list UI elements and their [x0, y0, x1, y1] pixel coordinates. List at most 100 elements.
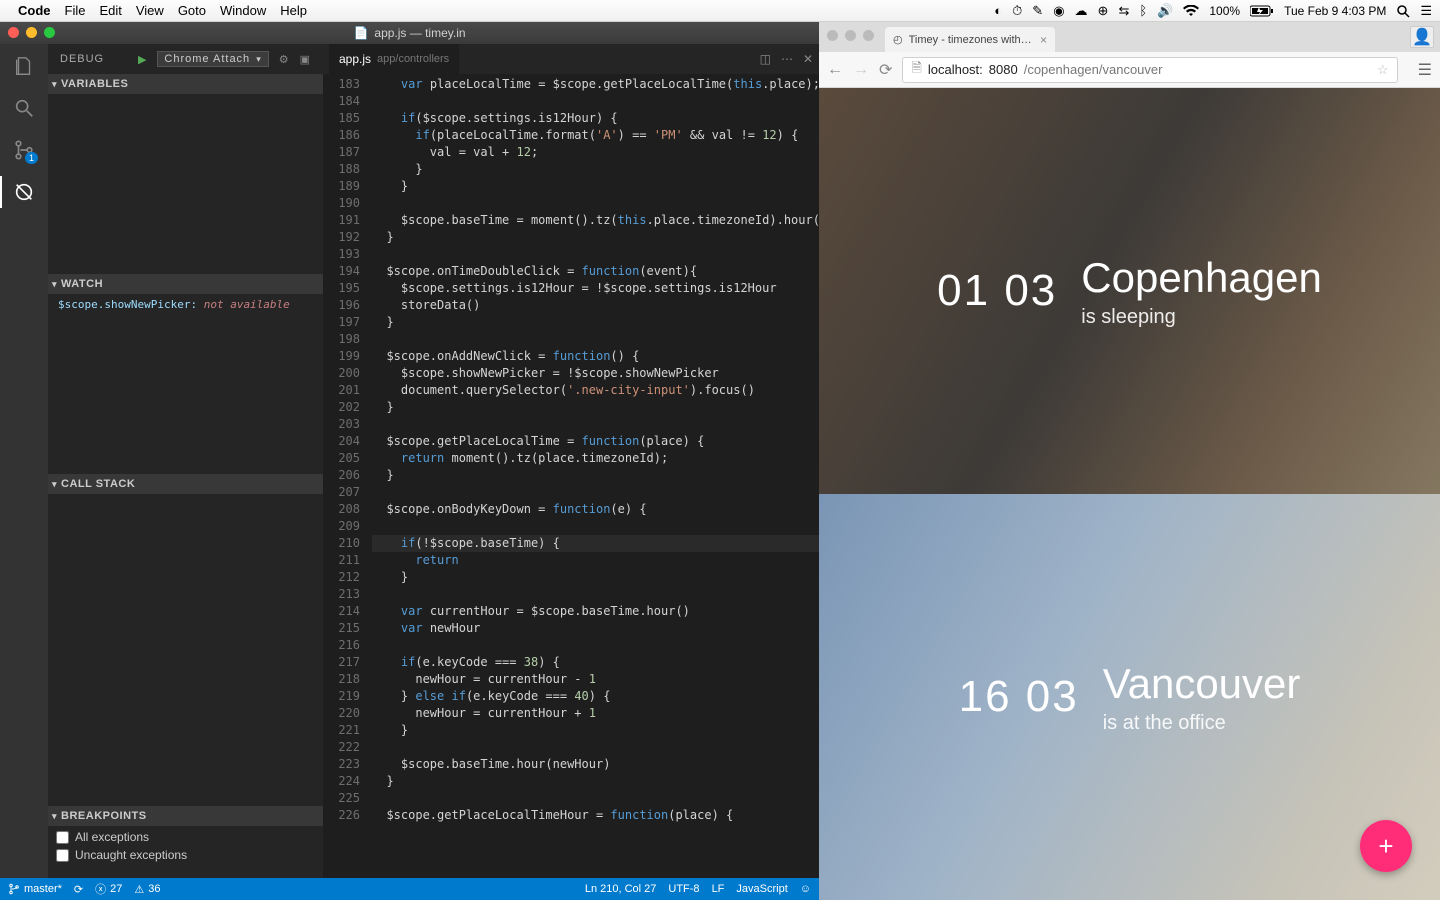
close-tab-icon[interactable]: ×	[1040, 33, 1047, 47]
city-time: 16 03	[959, 672, 1079, 722]
menubar-icon[interactable]: ☁	[1075, 3, 1088, 19]
evernote-icon[interactable]: ✎	[1032, 3, 1043, 19]
git-branch[interactable]: master*	[8, 883, 62, 895]
reload-button[interactable]: ⟳	[879, 60, 892, 80]
bookmark-icon[interactable]: ☆	[1377, 62, 1389, 78]
watch-value: not available	[204, 298, 290, 311]
menu-help[interactable]: Help	[280, 3, 307, 18]
eol[interactable]: LF	[712, 883, 725, 895]
menubar-clock[interactable]: Tue Feb 9 4:03 PM	[1284, 4, 1386, 18]
editor-tab-app-js[interactable]: app.js app/controllers	[329, 44, 459, 74]
encoding[interactable]: UTF-8	[668, 883, 699, 895]
status-bar: master* ⟳ ⓧ 27 ⚠ 36 Ln 210, Col 27 UTF-8…	[0, 878, 819, 900]
debug-config-select[interactable]: Chrome Attach ▾	[157, 51, 268, 67]
add-city-fab[interactable]: +	[1360, 820, 1412, 872]
city-status: is at the office	[1103, 712, 1301, 735]
menubar-icon[interactable]: ⏱	[1012, 3, 1022, 19]
vscode-title: 📄app.js — timey.in	[353, 26, 465, 40]
menu-file[interactable]: File	[65, 3, 86, 18]
forward-button[interactable]: →	[853, 61, 869, 79]
menubar-icon[interactable]: ◉	[1053, 3, 1064, 19]
warnings-count[interactable]: ⚠ 36	[134, 883, 160, 896]
city-time: 01 03	[937, 266, 1057, 316]
source-control-icon[interactable]: 1	[12, 138, 36, 162]
callstack-section	[48, 494, 323, 806]
maximize-button[interactable]	[863, 30, 874, 41]
gear-icon[interactable]: ⚙	[279, 53, 290, 66]
editor-tabs: app.js app/controllers ◫ ⋯ ✕	[323, 44, 819, 74]
battery-icon[interactable]	[1250, 5, 1274, 17]
window-controls	[8, 27, 55, 38]
volume-icon[interactable]: 🔊	[1157, 3, 1173, 19]
start-debug-button[interactable]: ▶	[138, 53, 147, 66]
city-pane-copenhagen[interactable]: 01 03 Copenhagen is sleeping	[819, 88, 1440, 494]
back-button[interactable]: ←	[827, 61, 843, 79]
minimize-button[interactable]	[845, 30, 856, 41]
menubar-icon[interactable]: ⇆	[1118, 3, 1129, 19]
watch-expression[interactable]: $scope.showNewPicker:	[58, 298, 197, 311]
minimize-button[interactable]	[26, 27, 37, 38]
cursor-position[interactable]: Ln 210, Col 27	[585, 883, 657, 895]
vscode-titlebar[interactable]: 📄app.js — timey.in	[0, 22, 819, 44]
sync-icon[interactable]: ⟳	[74, 883, 83, 896]
spotlight-icon[interactable]	[1396, 4, 1410, 18]
language-mode[interactable]: JavaScript	[736, 883, 787, 895]
menu-window[interactable]: Window	[220, 3, 266, 18]
profile-button[interactable]: 👤	[1410, 26, 1434, 48]
errors-count[interactable]: ⓧ 27	[95, 881, 122, 897]
window-controls	[827, 30, 874, 41]
checkbox[interactable]	[56, 831, 69, 844]
scm-badge: 1	[25, 152, 38, 164]
debug-console-icon[interactable]: ▣	[300, 53, 311, 66]
menu-edit[interactable]: Edit	[99, 3, 121, 18]
debug-label: DEBUG	[60, 53, 104, 65]
more-actions-icon[interactable]: ⋯	[781, 52, 793, 66]
activity-bar: 1	[0, 44, 48, 878]
chrome-menu-icon[interactable]: ☰	[1418, 60, 1432, 80]
close-tab-icon[interactable]: ✕	[803, 52, 813, 66]
editor-area: app.js app/controllers ◫ ⋯ ✕ 18318418518…	[323, 44, 819, 878]
menu-view[interactable]: View	[136, 3, 164, 18]
maximize-button[interactable]	[44, 27, 55, 38]
breakpoints-section-header[interactable]: ▾BREAKPOINTS	[48, 806, 323, 826]
feedback-icon[interactable]: ☺	[800, 883, 811, 895]
wifi-icon[interactable]	[1183, 5, 1199, 17]
menubar-icon[interactable]: ◐	[994, 3, 1002, 18]
variables-section	[48, 94, 323, 274]
bluetooth-icon[interactable]: ᛒ	[1139, 3, 1147, 18]
checkbox[interactable]	[56, 849, 69, 862]
chrome-window: ◴ Timey - timezones with a h × 👤 ← → ⟳ 🗎…	[819, 22, 1440, 900]
callstack-section-header[interactable]: ▾CALL STACK	[48, 474, 323, 494]
chrome-tab-strip: ◴ Timey - timezones with a h × 👤	[819, 22, 1440, 52]
tab-title: Timey - timezones with a h	[909, 34, 1034, 46]
city-name: Vancouver	[1103, 660, 1301, 708]
battery-percent: 100%	[1209, 4, 1240, 18]
debug-icon[interactable]	[12, 180, 36, 204]
menu-goto[interactable]: Goto	[178, 3, 206, 18]
debug-toolbar: DEBUG ▶ Chrome Attach ▾ ⚙ ▣	[48, 44, 323, 74]
watch-section-header[interactable]: ▾WATCH	[48, 274, 323, 294]
explorer-icon[interactable]	[12, 54, 36, 78]
city-pane-vancouver[interactable]: 16 03 Vancouver is at the office	[819, 494, 1440, 900]
macos-menubar: Code File Edit View Goto Window Help ◐ ⏱…	[0, 0, 1440, 22]
city-name: Copenhagen	[1081, 254, 1322, 302]
split-editor-icon[interactable]: ◫	[760, 52, 771, 66]
search-icon[interactable]	[12, 96, 36, 120]
notification-center-icon[interactable]: ☰	[1420, 3, 1432, 19]
breakpoint-all-exceptions[interactable]: All exceptions	[56, 828, 315, 846]
menubar-icon[interactable]: ⊕	[1098, 3, 1109, 19]
city-status: is sleeping	[1081, 306, 1322, 329]
watch-section: $scope.showNewPicker: not available	[48, 294, 323, 474]
code-editor[interactable]: 1831841851861871881891901911921931941951…	[323, 74, 819, 878]
close-button[interactable]	[8, 27, 19, 38]
address-bar[interactable]: 🗎 localhost:8080/copenhagen/vancouver ☆	[902, 57, 1397, 83]
app-menu[interactable]: Code	[18, 3, 51, 18]
breakpoints-section: All exceptions Uncaught exceptions	[48, 826, 323, 878]
page-info-icon[interactable]: 🗎	[911, 59, 921, 81]
chrome-toolbar: ← → ⟳ 🗎 localhost:8080/copenhagen/vancou…	[819, 52, 1440, 88]
breakpoint-uncaught-exceptions[interactable]: Uncaught exceptions	[56, 846, 315, 864]
browser-tab[interactable]: ◴ Timey - timezones with a h ×	[885, 27, 1055, 52]
close-button[interactable]	[827, 30, 838, 41]
debug-sidebar: DEBUG ▶ Chrome Attach ▾ ⚙ ▣ ▾VARIABLES ▾…	[48, 44, 323, 878]
variables-section-header[interactable]: ▾VARIABLES	[48, 74, 323, 94]
